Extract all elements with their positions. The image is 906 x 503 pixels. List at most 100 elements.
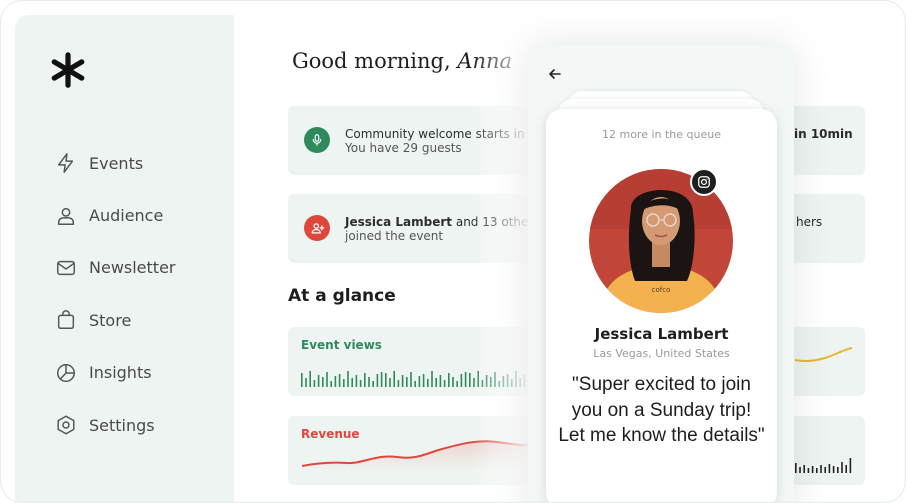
shirt-text: cofco — [652, 286, 671, 294]
spark-bar — [376, 374, 379, 387]
spark-bar — [343, 379, 345, 387]
spark-bar — [309, 371, 311, 387]
spark-bar — [347, 371, 349, 387]
spark-bar — [317, 375, 320, 387]
settings-icon — [57, 415, 75, 435]
fragment-text: in 10min — [794, 127, 853, 141]
spark-bar — [841, 462, 843, 473]
user-icon — [57, 207, 75, 225]
spark-bar — [372, 381, 374, 387]
sidebar-item-label: Events — [89, 153, 144, 173]
guest-profile-card[interactable]: 12 more in the queue cofco Jessica Lambe… — [546, 109, 777, 502]
spark-bar — [364, 373, 366, 387]
spark-bar — [832, 466, 835, 473]
spark-bar — [807, 468, 810, 473]
spark-bar — [460, 374, 463, 387]
spark-bar — [456, 381, 458, 387]
spark-bar — [795, 463, 797, 473]
sidebar-item-settings[interactable]: Settings — [55, 399, 176, 451]
spark-bar — [452, 377, 454, 387]
spark-bar — [448, 373, 450, 387]
spark-bar — [816, 468, 818, 473]
spark-bar — [845, 465, 847, 473]
sidebar-item-label: Settings — [89, 415, 155, 435]
guest-name: Jessica Lambert — [594, 325, 729, 343]
spark-bar — [368, 377, 370, 387]
spark-bar — [359, 380, 362, 387]
spark-bar — [397, 380, 400, 387]
spark-bar — [803, 465, 805, 473]
spark-bar — [828, 464, 831, 473]
spark-bar — [401, 375, 404, 387]
sidebar-item-newsletter[interactable]: Newsletter — [55, 242, 176, 294]
spark-bar — [410, 372, 412, 387]
spark-bar — [334, 376, 337, 387]
spark-bar — [355, 375, 358, 387]
spark-bar — [824, 467, 826, 473]
spark-bar — [849, 458, 852, 473]
spark-bar — [301, 373, 303, 387]
instagram-glyph — [698, 176, 710, 188]
sidebar-item-insights[interactable]: Insights — [55, 347, 176, 399]
microphone-icon — [312, 134, 322, 146]
sidebar-nav: Events Audience Newsletter Store Insight… — [55, 137, 176, 451]
back-arrow-icon[interactable] — [548, 67, 562, 81]
spark-bar — [338, 374, 341, 387]
notification-fragment-time: in 10min — [794, 127, 853, 141]
user-add-icon — [311, 222, 324, 233]
event-views-trend-line — [795, 347, 853, 363]
notification-user-name: Jessica Lambert — [345, 215, 453, 229]
spark-bar — [385, 373, 387, 387]
spark-bar — [837, 467, 839, 473]
asterisk-logo-icon[interactable] — [49, 51, 87, 89]
overlay-shadow-fade — [471, 41, 531, 502]
spark-bar — [389, 378, 391, 387]
notification-fragment-others: hers — [796, 215, 822, 229]
event-views-label: Event views — [301, 338, 382, 352]
spark-bar — [464, 372, 467, 387]
spark-bar — [422, 374, 425, 387]
spark-bar — [799, 467, 801, 473]
spark-bar — [380, 372, 383, 387]
greeting-text: Good morning, — [292, 49, 458, 73]
notification-subtitle: joined the event — [345, 229, 444, 243]
spark-bar — [305, 378, 307, 387]
spark-bar — [435, 378, 437, 387]
sidebar-item-label: Store — [89, 310, 132, 330]
sidebar-item-label: Newsletter — [89, 258, 176, 278]
sidebar-item-label: Insights — [89, 363, 152, 383]
bolt-icon — [57, 153, 74, 174]
spark-bar — [322, 377, 324, 387]
sidebar-item-events[interactable]: Events — [55, 137, 176, 189]
spark-bar — [330, 381, 332, 387]
spark-bar — [431, 371, 433, 387]
sidebar-item-store[interactable]: Store — [55, 294, 176, 346]
spark-bar — [418, 376, 421, 387]
app-window: Events Audience Newsletter Store Insight… — [0, 0, 906, 503]
sidebar: Events Audience Newsletter Store Insight… — [15, 15, 234, 502]
notification-icon-badge — [304, 127, 330, 153]
spark-bar — [811, 466, 814, 473]
instagram-icon[interactable] — [690, 168, 718, 196]
spark-bar — [439, 375, 442, 387]
mail-icon — [57, 260, 75, 276]
revenue-sparkbars — [795, 458, 852, 473]
bag-icon — [57, 310, 75, 330]
spark-bar — [406, 377, 408, 387]
spark-bar — [443, 380, 446, 387]
guest-location: Las Vegas, United States — [593, 347, 730, 360]
sidebar-item-audience[interactable]: Audience — [55, 189, 176, 241]
guest-quote: "Super excited to join you on a Sunday t… — [558, 374, 765, 446]
fragment-text: hers — [796, 215, 823, 229]
spark-bar — [393, 371, 395, 387]
spark-bar — [427, 379, 429, 387]
spark-bar — [313, 380, 316, 387]
spark-bar — [414, 381, 416, 387]
notification-icon-badge — [304, 215, 330, 241]
pie-chart-icon — [57, 363, 75, 382]
sidebar-item-label: Audience — [89, 206, 164, 226]
spark-bar — [351, 378, 353, 387]
spark-bar — [326, 372, 328, 387]
spark-bar — [820, 465, 822, 473]
queue-count: 12 more in the queue — [601, 128, 722, 141]
